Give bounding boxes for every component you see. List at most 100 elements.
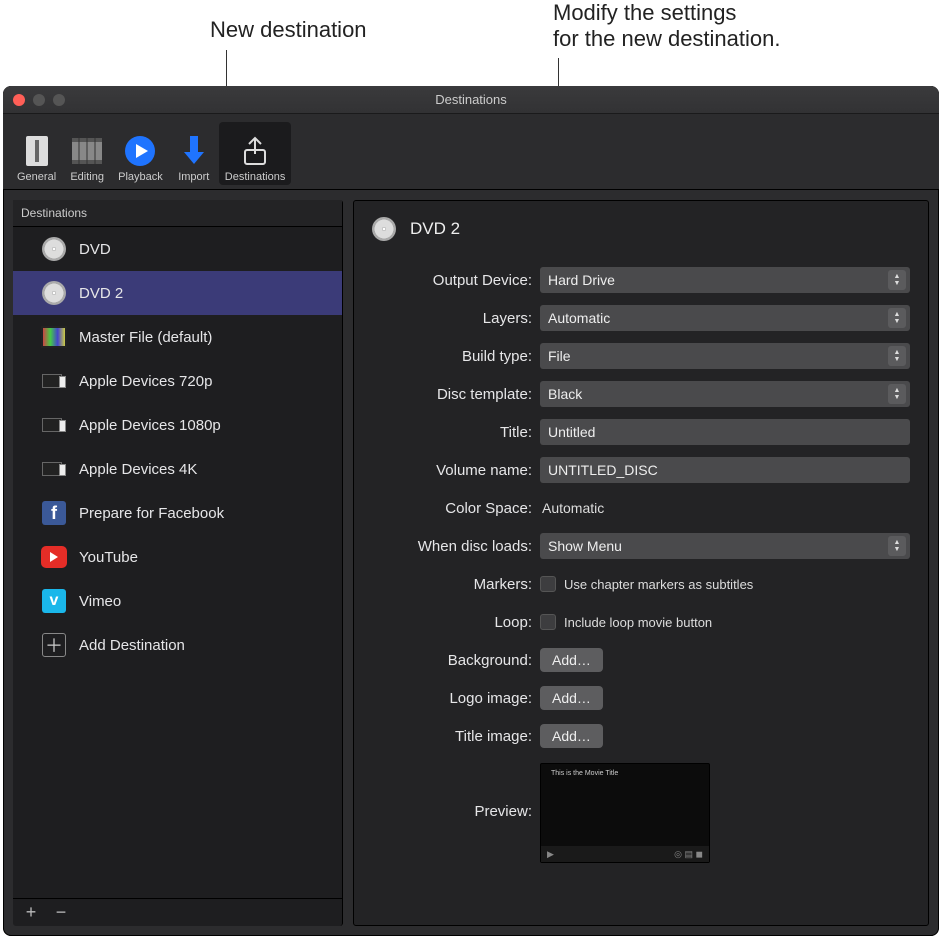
sidebar-item-label: Apple Devices 4K xyxy=(79,461,197,478)
editing-icon xyxy=(70,133,104,169)
background-add-button[interactable]: Add… xyxy=(540,648,603,672)
chevron-updown-icon: ▲▼ xyxy=(888,346,906,366)
chevron-updown-icon: ▲▼ xyxy=(888,270,906,290)
vimeo-icon: v xyxy=(41,588,67,614)
layers-select[interactable]: Automatic ▲▼ xyxy=(540,305,910,331)
sidebar-item-vimeo[interactable]: v Vimeo xyxy=(13,579,342,623)
sidebar-footer: + − xyxy=(13,898,342,926)
title-image-label: Title image: xyxy=(372,728,532,745)
tab-destinations[interactable]: Destinations xyxy=(219,122,292,185)
logo-image-label: Logo image: xyxy=(372,690,532,707)
sidebar-item-add-destination[interactable]: ＋ Add Destination xyxy=(13,623,342,667)
sidebar-item-label: DVD 2 xyxy=(79,285,123,302)
disc-icon xyxy=(372,217,396,241)
tab-general[interactable]: General xyxy=(11,122,62,185)
sidebar-item-apple-720p[interactable]: Apple Devices 720p xyxy=(13,359,342,403)
color-space-value: Automatic xyxy=(540,500,910,516)
sidebar-item-dvd[interactable]: DVD xyxy=(13,227,342,271)
preferences-window: Destinations General Editing Playback xyxy=(3,86,939,936)
destinations-icon xyxy=(238,133,272,169)
remove-destination-button[interactable]: − xyxy=(53,902,69,923)
youtube-icon xyxy=(41,544,67,570)
build-type-label: Build type: xyxy=(372,348,532,365)
destination-settings-panel: DVD 2 Output Device: Hard Drive ▲▼ Layer… xyxy=(353,200,929,926)
markers-checkbox-label: Use chapter markers as subtitles xyxy=(564,577,753,592)
when-disc-loads-select[interactable]: Show Menu ▲▼ xyxy=(540,533,910,559)
preview-right-icons: ◎ ▤ ◼ xyxy=(674,849,703,860)
output-device-label: Output Device: xyxy=(372,272,532,289)
destinations-list: DVD DVD 2 Master File (default) Apple De… xyxy=(13,227,342,898)
devices-icon xyxy=(41,456,67,482)
background-label: Background: xyxy=(372,652,532,669)
preview-caption: This is the Movie Title xyxy=(541,764,709,783)
sidebar-item-apple-1080p[interactable]: Apple Devices 1080p xyxy=(13,403,342,447)
general-icon xyxy=(22,133,52,169)
sidebar-item-label: Prepare for Facebook xyxy=(79,505,224,522)
callout-new-destination: New destination xyxy=(210,17,367,43)
title-input[interactable]: Untitled xyxy=(540,419,910,445)
disc-icon xyxy=(41,236,67,262)
zoom-window-button[interactable] xyxy=(53,94,65,106)
logo-image-add-button[interactable]: Add… xyxy=(540,686,603,710)
sidebar-item-label: Apple Devices 1080p xyxy=(79,417,221,434)
sidebar-item-apple-4k[interactable]: Apple Devices 4K xyxy=(13,447,342,491)
chevron-updown-icon: ▲▼ xyxy=(888,308,906,328)
callout-modify-settings: Modify the settings for the new destinat… xyxy=(553,0,780,52)
sidebar-item-label: Add Destination xyxy=(79,637,185,654)
facebook-icon: f xyxy=(41,500,67,526)
callouts: New destination Modify the settings for … xyxy=(0,0,944,86)
window-title: Destinations xyxy=(435,92,507,107)
add-destination-button[interactable]: + xyxy=(23,902,39,923)
play-icon: ▶ xyxy=(547,849,554,860)
output-device-select[interactable]: Hard Drive ▲▼ xyxy=(540,267,910,293)
loop-label: Loop: xyxy=(372,614,532,631)
preview-label: Preview: xyxy=(372,803,532,820)
disc-template-select[interactable]: Black ▲▼ xyxy=(540,381,910,407)
sidebar-item-youtube[interactable]: YouTube xyxy=(13,535,342,579)
loop-checkbox-label: Include loop movie button xyxy=(564,615,712,630)
destinations-sidebar: Destinations DVD DVD 2 Master File (defa… xyxy=(13,200,343,926)
detail-title: DVD 2 xyxy=(410,219,460,239)
build-type-select[interactable]: File ▲▼ xyxy=(540,343,910,369)
layers-label: Layers: xyxy=(372,310,532,327)
close-window-button[interactable] xyxy=(13,94,25,106)
chevron-updown-icon: ▲▼ xyxy=(888,536,906,556)
preview-thumbnail: This is the Movie Title ▶ ◎ ▤ ◼ xyxy=(540,763,710,863)
tab-import[interactable]: Import xyxy=(171,122,217,185)
sidebar-item-label: YouTube xyxy=(79,549,138,566)
sidebar-item-label: Apple Devices 720p xyxy=(79,373,212,390)
playback-icon xyxy=(123,133,157,169)
loop-checkbox[interactable] xyxy=(540,614,556,630)
title-image-add-button[interactable]: Add… xyxy=(540,724,603,748)
preferences-toolbar: General Editing Playback Import xyxy=(3,114,939,190)
markers-label: Markers: xyxy=(372,576,532,593)
preview-controls: ▶ ◎ ▤ ◼ xyxy=(541,846,709,862)
disc-icon xyxy=(41,280,67,306)
color-space-label: Color Space: xyxy=(372,500,532,517)
import-icon xyxy=(177,133,211,169)
sidebar-item-label: Master File (default) xyxy=(79,329,212,346)
tab-editing[interactable]: Editing xyxy=(64,122,110,185)
tab-playback[interactable]: Playback xyxy=(112,122,169,185)
markers-checkbox[interactable] xyxy=(540,576,556,592)
devices-icon xyxy=(41,368,67,394)
detail-header: DVD 2 xyxy=(372,217,910,241)
volume-name-label: Volume name: xyxy=(372,462,532,479)
film-icon xyxy=(41,324,67,350)
disc-template-label: Disc template: xyxy=(372,386,532,403)
plus-box-icon: ＋ xyxy=(41,632,67,658)
volume-name-input[interactable]: UNTITLED_DISC xyxy=(540,457,910,483)
sidebar-item-facebook[interactable]: f Prepare for Facebook xyxy=(13,491,342,535)
sidebar-item-master-file[interactable]: Master File (default) xyxy=(13,315,342,359)
title-label: Title: xyxy=(372,424,532,441)
window-titlebar: Destinations xyxy=(3,86,939,114)
sidebar-header: Destinations xyxy=(13,200,342,227)
when-disc-loads-label: When disc loads: xyxy=(372,538,532,555)
window-traffic-lights xyxy=(13,94,65,106)
chevron-updown-icon: ▲▼ xyxy=(888,384,906,404)
sidebar-item-label: DVD xyxy=(79,241,111,258)
sidebar-item-dvd2[interactable]: DVD 2 xyxy=(13,271,342,315)
devices-icon xyxy=(41,412,67,438)
sidebar-item-label: Vimeo xyxy=(79,593,121,610)
minimize-window-button[interactable] xyxy=(33,94,45,106)
